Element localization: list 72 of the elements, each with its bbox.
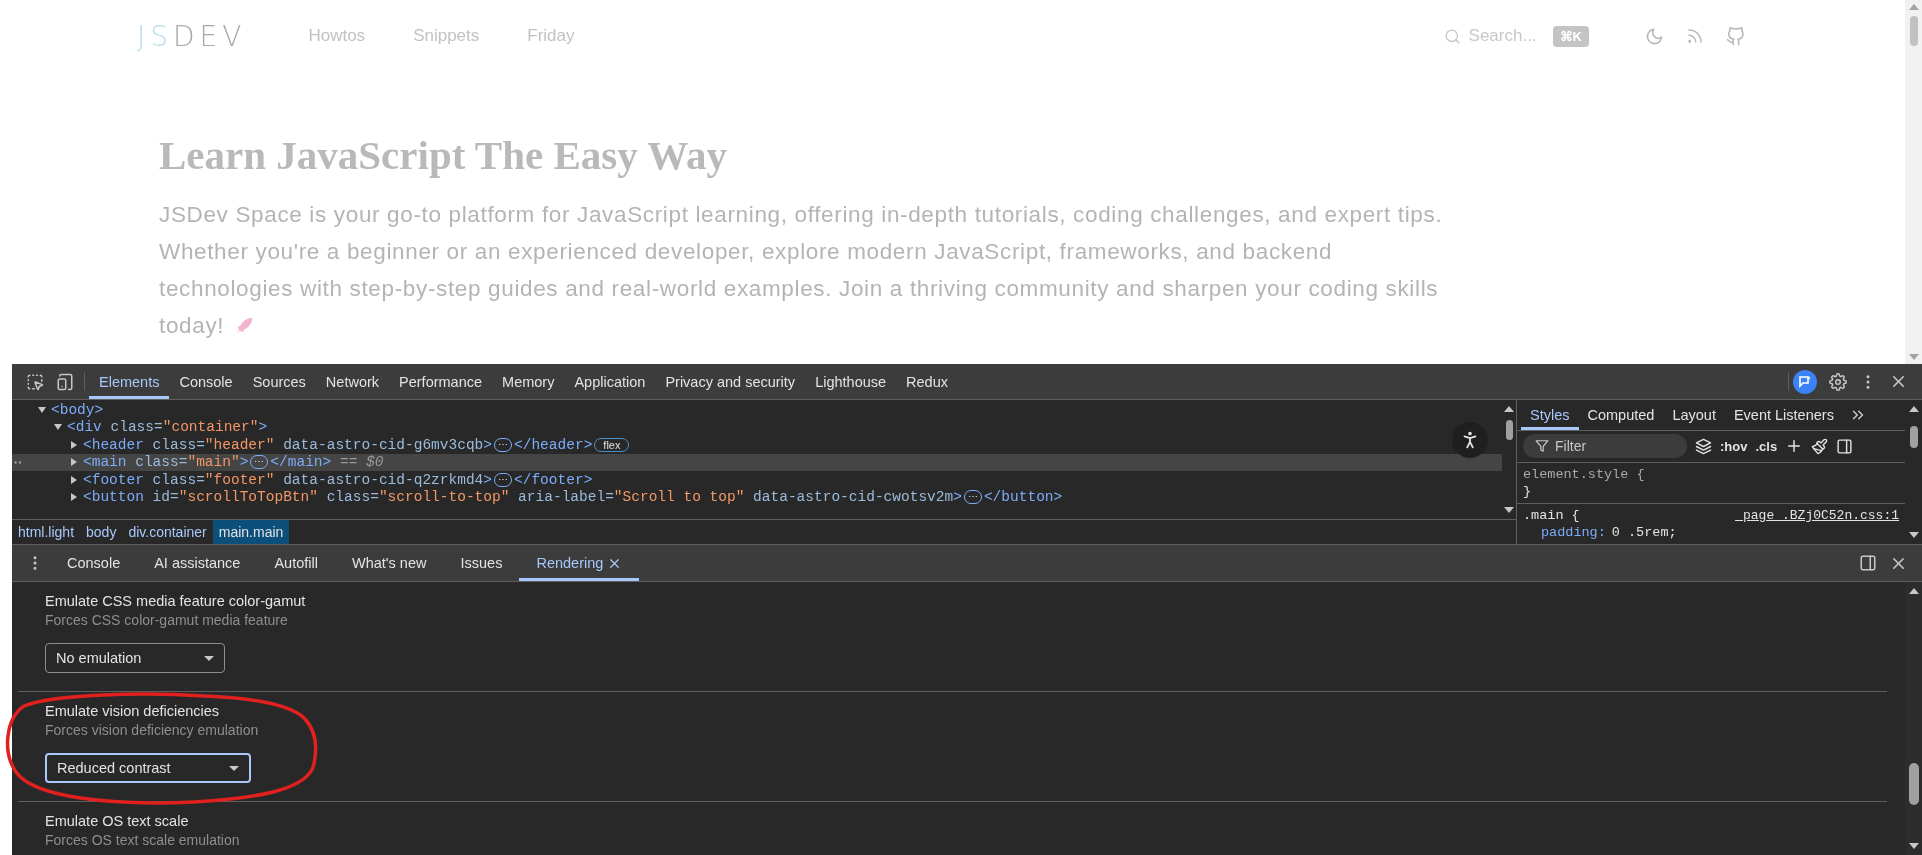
drawer-tab[interactable]: Rendering <box>519 545 640 581</box>
expand-arrow-icon[interactable] <box>38 406 46 413</box>
intro-paragraph: JSDev Space is your go-to platform for JavaScript learning, offering in-depth tutorials, coding challenges, and expert tips. Whether you're a beginner or an experienced developer, explore modern JavaScript, frameworks, and backend technologies with step-by-step guides and real-world examples. Join a thriving community and sharpen your coding skills today! <box>159 201 1444 340</box>
dom-tree-row[interactable]: <footer class="footer" data-astro-cid-q2zrkmd4> ⋯ </footer> <box>12 471 1502 489</box>
emulation-select[interactable]: Reduced contrast <box>45 753 251 783</box>
inspect-icon[interactable] <box>26 372 44 391</box>
settings-icon[interactable] <box>1829 372 1847 391</box>
paintbrush-icon[interactable] <box>1811 437 1829 455</box>
drag-handle-icon[interactable] <box>14 460 22 464</box>
filter-field[interactable]: Filter <box>1523 434 1687 459</box>
devtools-tab[interactable]: Memory <box>492 364 565 399</box>
styles-tab[interactable]: Event Listeners <box>1724 400 1843 430</box>
breadcrumb-item[interactable]: html.light <box>12 520 81 544</box>
dom-tree-row[interactable]: <header class="header" data-astro-cid-g6mv3cqb> ⋯ </header> flex <box>12 436 1502 454</box>
expand-arrow-icon[interactable] <box>71 493 77 502</box>
drawer-tab[interactable]: What's new <box>335 545 444 581</box>
shortcut-badge: ⌘K <box>1552 25 1589 47</box>
ai-assistant-icon[interactable] <box>1793 369 1817 394</box>
page-scrollbar[interactable] <box>1905 0 1922 364</box>
accessibility-button[interactable] <box>1452 422 1488 458</box>
styles-tab[interactable]: Styles <box>1521 400 1579 430</box>
emulation-select[interactable]: No emulation <box>45 643 225 673</box>
closing-brace: } <box>1523 484 1532 499</box>
setting-description: Forces vision deficiency emulation <box>45 721 260 740</box>
expand-arrow-icon[interactable] <box>54 424 62 431</box>
css-selector: .main { <box>1523 507 1580 524</box>
devtools-tab[interactable]: Performance <box>389 364 493 399</box>
dom-tree-row[interactable]: <div class="container"> <box>12 418 1502 436</box>
drawer-scrollbar[interactable] <box>1905 582 1922 855</box>
devtools-tab[interactable]: Console <box>169 364 243 399</box>
expand-arrow-icon[interactable] <box>71 475 77 484</box>
breadcrumb-item[interactable]: main.main <box>212 520 290 544</box>
dom-tree-row[interactable]: <body> <box>12 401 1502 419</box>
toggle-button[interactable]: :hov <box>1720 438 1748 454</box>
caret-icon <box>204 655 214 661</box>
setting-description: Forces OS text scale emulation <box>45 831 241 850</box>
toggle-button[interactable]: .cls <box>1755 438 1778 454</box>
styles-tab[interactable]: Computed <box>1578 400 1664 430</box>
caret-icon <box>229 765 239 771</box>
css-selector: element.style { <box>1523 466 1645 483</box>
filter-icon <box>1535 439 1549 454</box>
expand-arrow-icon[interactable] <box>71 440 77 449</box>
styles-tab[interactable]: Layout <box>1663 400 1725 430</box>
dom-tree-row[interactable]: <main class="main"> ⋯ </main> == $0 <box>12 453 1502 471</box>
expand-arrow-icon[interactable] <box>71 458 77 467</box>
dock-icon[interactable] <box>1859 554 1877 572</box>
breadcrumb-item[interactable]: body <box>80 520 123 544</box>
device-icon[interactable] <box>56 372 74 391</box>
css-value: 0 .5rem; <box>1611 524 1677 541</box>
devtools-tab[interactable]: Application <box>564 364 656 399</box>
setting-title: Emulate CSS media feature color-gamut <box>45 592 307 611</box>
devtools-tab[interactable]: Redux <box>896 364 958 399</box>
sidebar-toggle-icon[interactable] <box>1836 437 1854 455</box>
setting-description: Forces CSS color-gamut media feature <box>45 611 289 630</box>
page-title: Learn JavaScript The Easy Way <box>159 131 728 180</box>
drawer-tab[interactable]: AI assistance <box>137 545 258 581</box>
search-icon <box>1443 27 1461 45</box>
devtools-tab[interactable]: Sources <box>242 364 316 399</box>
devtools-tab[interactable]: Privacy and security <box>655 364 806 399</box>
devtools-tab[interactable]: Elements <box>89 364 170 399</box>
setting-title: Emulate OS text scale <box>45 812 190 831</box>
layers-icon[interactable] <box>1695 437 1712 455</box>
breadcrumb-item[interactable]: div.container <box>122 520 213 544</box>
drawer-tab[interactable]: Autofill <box>257 545 335 581</box>
drawer-tab[interactable]: Console <box>50 545 138 581</box>
setting-title: Emulate vision deficiencies <box>45 702 221 721</box>
devtools-tab[interactable]: Lighthouse <box>805 364 897 399</box>
dom-tree-row[interactable]: <button id="scrollToTopBtn" class="scroll-to-top" aria-label="Scroll to top" data-astro-cid-cwotsv2m> ⋯ </button> <box>12 488 1502 506</box>
source-link[interactable]: _page_.BZj0C52n.css:1 <box>1735 507 1899 524</box>
devtools-tab[interactable]: Network <box>315 364 390 399</box>
css-property: padding: <box>1541 524 1606 541</box>
drawer-tab[interactable]: Issues <box>443 545 520 581</box>
